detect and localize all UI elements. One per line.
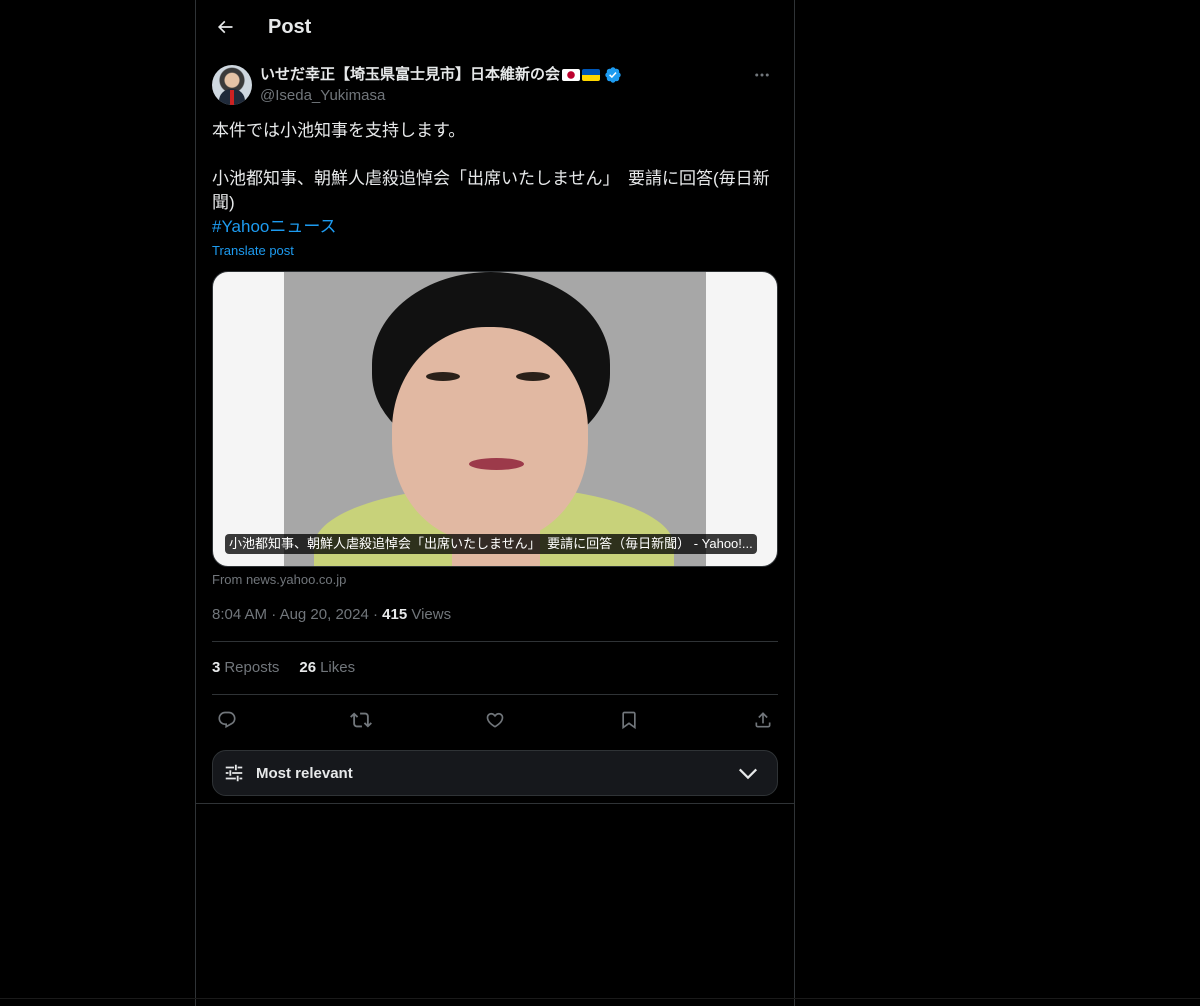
- reposts-stat[interactable]: 3 Reposts: [212, 658, 279, 678]
- card-image: [284, 272, 706, 566]
- verified-badge-icon: [605, 67, 621, 83]
- post-time[interactable]: 8:04 AM: [212, 606, 267, 623]
- post-meta: 8:04 AM · Aug 20, 2024 · 415 Views: [212, 606, 452, 623]
- repost-button[interactable]: [346, 706, 376, 734]
- like-icon: [486, 712, 504, 728]
- card-caption: 小池都知事、朝鮮人虐殺追悼会「出席いたしません」 要請に回答（毎日新聞） - Y…: [225, 534, 757, 554]
- divider: [196, 803, 794, 804]
- like-button[interactable]: [480, 706, 510, 734]
- translate-post-link[interactable]: Translate post: [212, 242, 294, 260]
- reply-icon: [218, 711, 236, 729]
- views-label: Views: [411, 606, 452, 623]
- hashtag-link[interactable]: #Yahooニュース: [212, 217, 337, 236]
- post-author: いせだ幸正【埼玉県富士見市】日本維新の会 @Iseda_Yukimasa: [212, 64, 778, 108]
- sort-replies-dropdown[interactable]: Most relevant: [212, 750, 778, 796]
- post-header: Post: [196, 0, 794, 53]
- ukraine-flag-icon: [582, 69, 601, 81]
- post-text: 本件では小池知事を支持します。 小池都知事、朝鮮人虐殺追悼会「出席いたしません」…: [212, 119, 778, 239]
- author-handle[interactable]: @Iseda_Yukimasa: [260, 86, 385, 106]
- post-date[interactable]: Aug 20, 2024: [280, 606, 369, 623]
- arrow-left-icon: [217, 20, 233, 34]
- author-name: いせだ幸正【埼玉県富士見市】日本維新の会: [260, 66, 561, 83]
- divider: [0, 998, 1200, 999]
- divider: [212, 641, 778, 642]
- views-count: 415: [382, 606, 408, 623]
- likes-stat[interactable]: 26 Likes: [299, 658, 355, 678]
- divider: [212, 694, 778, 695]
- reply-button[interactable]: [212, 706, 242, 734]
- chevron-down-icon: [738, 768, 758, 780]
- engagement-stats: 3 Reposts 26 Likes: [212, 658, 355, 678]
- page-title: Post: [268, 16, 312, 38]
- post-text-line: 小池都知事、朝鮮人虐殺追悼会「出席いたしません」 要請に回答(毎日新聞): [212, 169, 770, 212]
- more-icon: [755, 73, 769, 77]
- more-options-button[interactable]: [746, 64, 778, 86]
- share-button[interactable]: [748, 706, 778, 734]
- card-source[interactable]: From news.yahoo.co.jp: [212, 571, 346, 589]
- post-text-line: 本件では小池知事を支持します。: [212, 121, 466, 140]
- author-name-link[interactable]: いせだ幸正【埼玉県富士見市】日本維新の会: [260, 65, 622, 85]
- post-actions: [212, 706, 778, 734]
- post-column: Post いせだ幸正【埼玉県富士見市】日本維新の会 @Iseda_Yukimas…: [195, 0, 795, 1006]
- back-button[interactable]: [208, 10, 242, 44]
- share-icon: [755, 712, 771, 728]
- sort-label: Most relevant: [256, 765, 353, 782]
- avatar[interactable]: [212, 65, 252, 105]
- repost-icon: [350, 712, 372, 728]
- bookmark-icon: [622, 711, 636, 730]
- sliders-icon: [225, 764, 243, 782]
- japan-flag-icon: [562, 69, 581, 81]
- bookmark-button[interactable]: [614, 706, 644, 734]
- link-card[interactable]: 小池都知事、朝鮮人虐殺追悼会「出席いたしません」 要請に回答（毎日新聞） - Y…: [212, 271, 778, 567]
